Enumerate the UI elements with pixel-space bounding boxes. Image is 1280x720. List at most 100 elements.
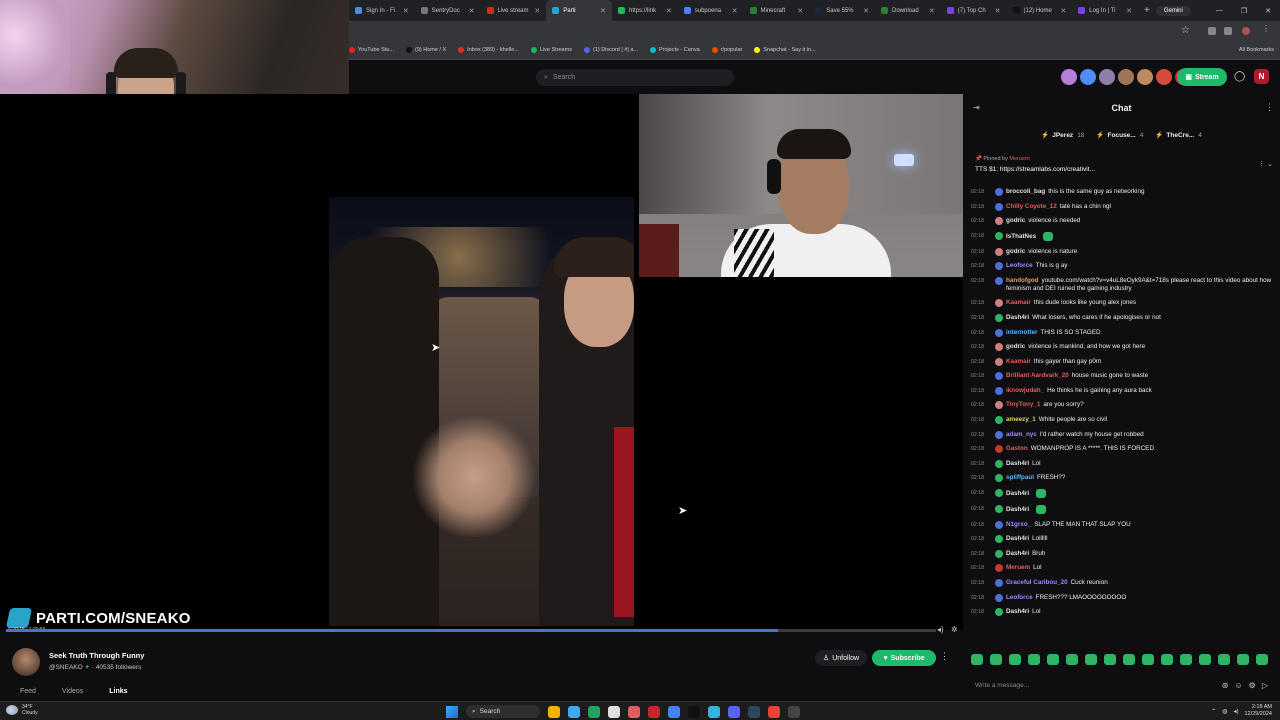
minimize-button[interactable]: — [1216, 7, 1223, 14]
close-tab-icon[interactable]: ✕ [534, 7, 540, 15]
emote-icon[interactable] [1161, 654, 1173, 665]
user-avatar[interactable]: N [1254, 69, 1269, 84]
browser-tab[interactable]: Log In | Ti ✕ [1072, 0, 1138, 21]
browser-tab[interactable]: SentryDoc ✕ [415, 0, 481, 21]
message-username[interactable]: Dash4ri [1006, 608, 1029, 615]
taskbar-app-icon[interactable] [688, 705, 700, 718]
browser-tab[interactable]: Live stream ✕ [481, 0, 547, 21]
close-tab-icon[interactable]: ✕ [469, 7, 475, 15]
close-tab-icon[interactable]: ✕ [995, 7, 1001, 15]
taskbar-app-icon[interactable] [768, 705, 780, 718]
message-username[interactable]: Dash4ri [1006, 550, 1029, 557]
emote-icon[interactable] [1047, 654, 1059, 665]
followed-channel-avatar[interactable] [1137, 69, 1153, 85]
message-username[interactable]: Dash4ri [1006, 460, 1029, 467]
message-username[interactable]: IsThatNes [1006, 233, 1036, 240]
message-username[interactable]: godric [1006, 343, 1025, 350]
leaderboard-entry[interactable]: ⚡ TheCre... 4 [1155, 131, 1202, 139]
network-icon[interactable]: ◍ [1222, 708, 1227, 715]
message-username[interactable]: Dash4ri [1006, 506, 1029, 513]
taskbar-app-icon[interactable] [608, 705, 620, 718]
extension-icon[interactable] [1224, 27, 1232, 35]
bookmark-item[interactable]: Inbox (389) - khelle... [458, 47, 519, 53]
volume-icon[interactable]: ◂) [1233, 708, 1238, 715]
extension-icon[interactable] [1208, 27, 1216, 35]
bookmark-item[interactable]: (1) Discord | #| a... [583, 47, 638, 53]
taskbar-app-icon[interactable] [588, 705, 600, 718]
close-tab-icon[interactable]: ✕ [1126, 7, 1132, 15]
browser-tab[interactable]: Save 55% ✕ [809, 0, 875, 21]
message-username[interactable]: Graceful Caribou_20 [1006, 579, 1068, 586]
gemini-button[interactable]: Gemini [1155, 5, 1191, 16]
channel-handle[interactable]: @SNEAKO [49, 664, 83, 671]
message-username[interactable]: adam_nyc [1006, 431, 1037, 438]
close-tab-icon[interactable]: ✕ [797, 7, 803, 15]
taskbar-app-icon[interactable] [548, 705, 560, 718]
followed-channel-avatar[interactable] [1061, 69, 1077, 85]
message-username[interactable]: TinyTony_1 [1006, 401, 1040, 408]
channel-avatar[interactable] [12, 648, 40, 676]
chevron-up-icon[interactable]: ⌃ [1211, 708, 1216, 715]
taskbar-app-icon[interactable] [668, 705, 680, 718]
taskbar-search[interactable]: ⌕ Search [466, 705, 540, 718]
emote-icon[interactable] [1104, 654, 1116, 665]
message-username[interactable]: internotter [1006, 329, 1038, 336]
browser-tab[interactable]: (7) Top Ch ✕ [941, 0, 1007, 21]
new-tab-button[interactable]: + [1138, 5, 1156, 16]
address-bar[interactable]: ☆ ⋮ [349, 21, 1280, 41]
emoji-icon[interactable]: ☺ [1235, 681, 1243, 690]
volume-icon[interactable]: ◂) [937, 625, 944, 634]
message-username[interactable]: Gaston [1006, 445, 1028, 452]
clock[interactable]: 2:18 AM 12/29/2024 [1244, 704, 1272, 718]
message-username[interactable]: Kaamair [1006, 358, 1031, 365]
stream-button[interactable]: ▣ Stream [1177, 68, 1227, 86]
channel-tab-links[interactable]: Links [109, 688, 127, 695]
taskbar-app-icon[interactable] [648, 705, 660, 718]
message-username[interactable]: Dash4ri [1006, 535, 1029, 542]
message-username[interactable]: Leoforce [1006, 594, 1033, 601]
close-tab-icon[interactable]: ✕ [929, 7, 935, 15]
browser-tab[interactable]: Parti ✕ [546, 0, 612, 21]
maximize-button[interactable]: ❐ [1241, 7, 1247, 15]
message-username[interactable]: Meruem [1006, 564, 1030, 571]
emote-icon[interactable] [1180, 654, 1192, 665]
message-username[interactable]: spliffpaul [1006, 474, 1034, 481]
unfollow-button[interactable]: ♙ Unfollow [815, 650, 867, 666]
browser-tab[interactable]: subpoena ✕ [678, 0, 744, 21]
close-tab-icon[interactable]: ✕ [1060, 7, 1066, 15]
bookmark-item[interactable]: (9) Home / X [405, 47, 446, 53]
emote-icon[interactable] [1237, 654, 1249, 665]
all-bookmarks-link[interactable]: All Bookmarks [1239, 47, 1280, 53]
bookmark-item[interactable]: r/popular [711, 47, 742, 53]
emote-icon[interactable] [1085, 654, 1097, 665]
emote-icon[interactable] [1066, 654, 1078, 665]
message-username[interactable]: godric [1006, 248, 1025, 255]
message-username[interactable]: broccoli_bag [1006, 188, 1045, 195]
message-username[interactable]: Dash4ri [1006, 314, 1029, 321]
emote-icon[interactable] [990, 654, 1002, 665]
channel-tab-feed[interactable]: Feed [20, 688, 36, 695]
close-window-button[interactable]: ✕ [1265, 7, 1271, 15]
weather-widget[interactable]: 34°F Cloudy [6, 704, 38, 716]
followed-channel-avatar[interactable] [1118, 69, 1134, 85]
bookmark-star-icon[interactable]: ☆ [1181, 25, 1190, 36]
taskbar-app-icon[interactable] [628, 705, 640, 718]
messages-icon[interactable]: ◯ [1234, 71, 1245, 82]
emote-icon[interactable] [1142, 654, 1154, 665]
emote-icon[interactable] [1123, 654, 1135, 665]
emote-icon[interactable] [1009, 654, 1021, 665]
message-username[interactable]: handofgod [1006, 277, 1039, 284]
bookmark-item[interactable]: Live Streams [530, 47, 572, 53]
browser-tab[interactable]: Sign In - Fi ✕ [349, 0, 415, 21]
taskbar-app-icon[interactable] [748, 705, 760, 718]
profile-avatar-icon[interactable] [1242, 27, 1250, 35]
close-tab-icon[interactable]: ✕ [863, 7, 869, 15]
taskbar-app-icon[interactable] [708, 705, 720, 718]
message-username[interactable]: Leoforce [1006, 262, 1033, 269]
bookmark-item[interactable]: Projects - Canva [650, 47, 700, 53]
taskbar-app-icon[interactable] [728, 705, 740, 718]
followed-channel-avatar[interactable] [1080, 69, 1096, 85]
leaderboard-entry[interactable]: ⚡ JPerez 18 [1041, 131, 1084, 139]
close-tab-icon[interactable]: ✕ [600, 7, 606, 15]
emote-icon[interactable] [1218, 654, 1230, 665]
